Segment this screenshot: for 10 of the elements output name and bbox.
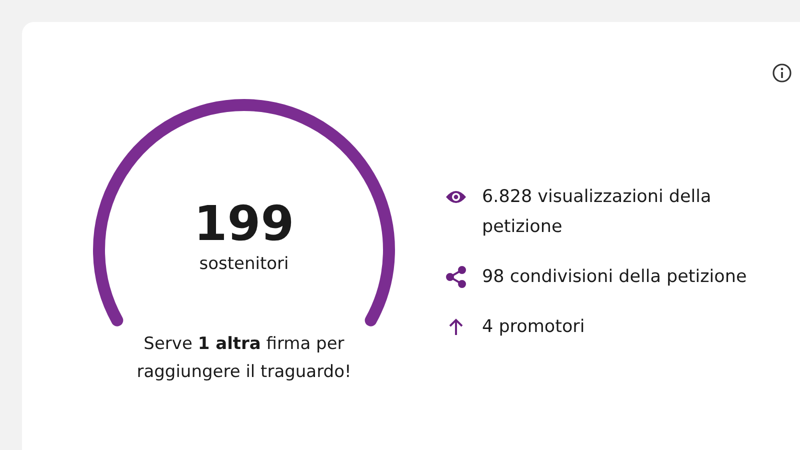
stat-text: 4 promotori <box>482 316 586 339</box>
supporter-label: sostenitori <box>199 254 289 274</box>
info-icon[interactable] <box>772 63 792 83</box>
arrow-up-icon <box>448 318 464 336</box>
stat-text: 6.828 visualizzazioni della petizione <box>482 186 712 239</box>
supporter-count: 199 <box>194 200 294 248</box>
goal-message: Serve 1 altra firma per raggiungere il traguardo! <box>136 333 352 384</box>
share-icon <box>446 266 466 288</box>
eye-icon <box>445 190 467 204</box>
stat-text: 98 condivisioni della petizione <box>482 266 748 289</box>
